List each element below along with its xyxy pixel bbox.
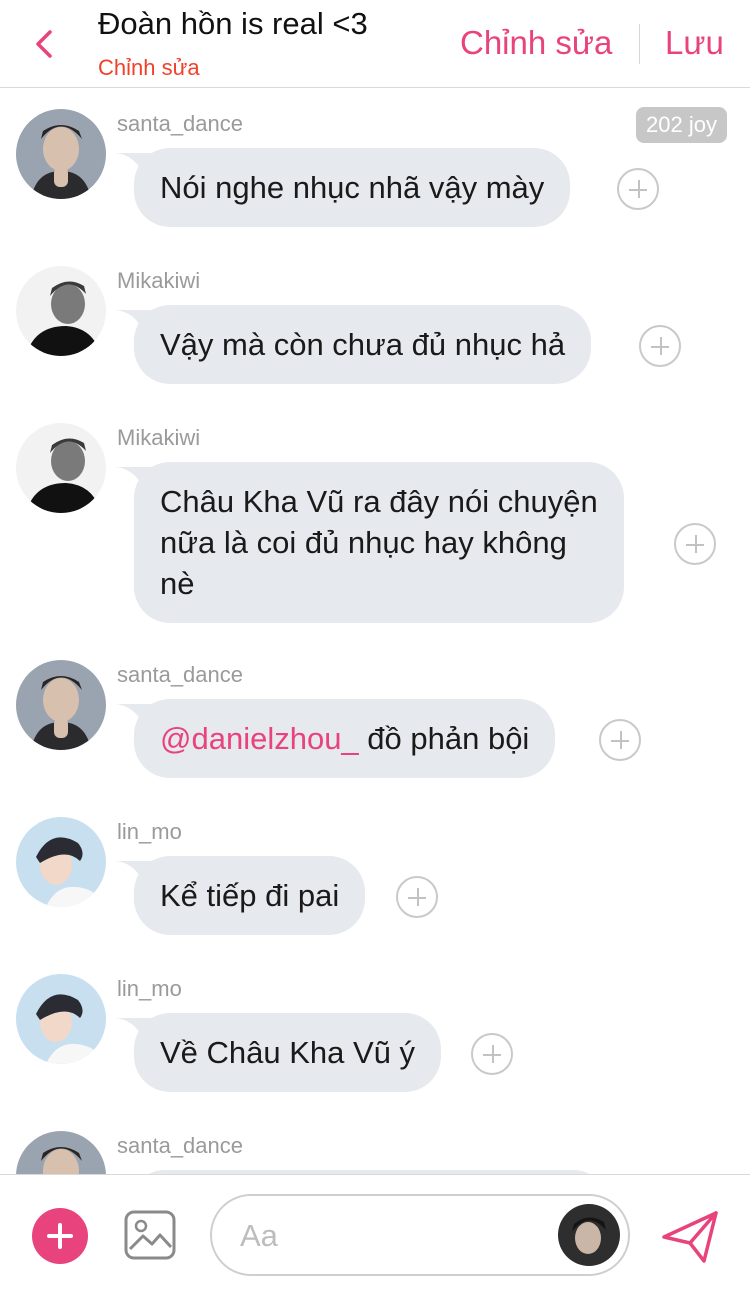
user-avatar-icon	[16, 109, 106, 199]
message-bubble[interactable]: Vậy mà còn chưa đủ nhục hả	[134, 305, 592, 384]
message-username: lin_mo	[117, 819, 182, 844]
message-text: Vậy mà còn chưa đủ nhục hả	[160, 327, 566, 362]
avatar[interactable]	[16, 423, 106, 513]
avatar[interactable]	[16, 974, 106, 1064]
add-reaction-icon[interactable]	[396, 876, 438, 918]
message-text-line: nè	[160, 566, 195, 601]
message-bubble[interactable]: Về Châu Kha Vũ ý	[134, 1013, 442, 1092]
avatar[interactable]	[16, 109, 106, 199]
user-avatar-icon	[16, 660, 106, 750]
avatar[interactable]	[16, 817, 106, 907]
back-button[interactable]	[26, 22, 66, 66]
send-button[interactable]	[660, 1209, 720, 1265]
message-bubble[interactable]: Kể tiếp đi pai	[134, 856, 366, 935]
message-username: Mikakiwi	[117, 268, 201, 293]
avatar[interactable]	[16, 1131, 106, 1174]
message-username: Mikakiwi	[117, 425, 201, 450]
add-reaction-icon[interactable]	[674, 523, 716, 565]
image-picker-button[interactable]	[123, 1209, 177, 1261]
add-reaction-icon[interactable]	[471, 1033, 513, 1075]
message-bubble[interactable]: Châu Kha Vũ ra đây nói chuyện nữa là coi…	[134, 462, 624, 623]
user-avatar-icon	[16, 1131, 106, 1174]
message-username: santa_dance	[117, 1133, 243, 1158]
joy-badge: 202 joy	[636, 107, 727, 143]
user-avatar-icon	[16, 817, 106, 907]
user-avatar-icon	[16, 266, 106, 356]
message-bubble[interactable]: Nói nghe nhục nhã vậy mày	[134, 148, 571, 227]
chevron-left-icon	[36, 30, 52, 58]
message-username: lin_mo	[117, 976, 182, 1001]
chat-title[interactable]: Đoàn hồn is real <3	[98, 6, 368, 42]
message-text: Kể tiếp đi pai	[160, 878, 340, 913]
chat-header: Đoàn hồn is real <3 Chỉnh sửa Chỉnh sửa …	[0, 0, 750, 88]
message-list[interactable]: santa_dance 202 joy Nói nghe nhục nhã vậ…	[0, 89, 750, 1174]
message-username: santa_dance	[117, 662, 243, 687]
chat-subtitle-edit[interactable]: Chỉnh sửa	[98, 55, 200, 81]
send-icon	[662, 1211, 718, 1263]
avatar[interactable]	[16, 660, 106, 750]
add-reaction-icon[interactable]	[617, 168, 659, 210]
user-mention-link[interactable]: @danielzhou_	[160, 721, 359, 756]
message-text-line: Châu Kha Vũ ra đây nói chuyện	[160, 484, 598, 519]
header-divider	[639, 24, 640, 64]
add-reaction-icon[interactable]	[599, 719, 641, 761]
edit-button[interactable]: Chỉnh sửa	[460, 24, 612, 62]
sticker-avatar-button[interactable]	[558, 1204, 620, 1266]
message-username: santa_dance	[117, 111, 243, 136]
image-icon	[124, 1210, 176, 1260]
user-avatar-icon	[16, 974, 106, 1064]
avatar[interactable]	[16, 266, 106, 356]
message-composer[interactable]	[210, 1194, 630, 1276]
message-text: Về Châu Kha Vũ ý	[160, 1035, 416, 1070]
message-text: đồ phản bội	[358, 721, 530, 756]
add-reaction-icon[interactable]	[639, 325, 681, 367]
message-text-line: nữa là coi đủ nhục hay không	[160, 525, 567, 560]
user-avatar-icon	[558, 1204, 620, 1266]
message-text: Nói nghe nhục nhã vậy mày	[160, 170, 545, 205]
message-input[interactable]	[240, 1214, 540, 1258]
save-button[interactable]: Lưu	[665, 24, 724, 62]
user-avatar-icon	[16, 423, 106, 513]
add-attachment-button[interactable]	[32, 1208, 88, 1264]
composer-bar	[0, 1174, 750, 1294]
message-bubble[interactable]: @danielzhou_ đồ phản bội	[134, 699, 556, 778]
